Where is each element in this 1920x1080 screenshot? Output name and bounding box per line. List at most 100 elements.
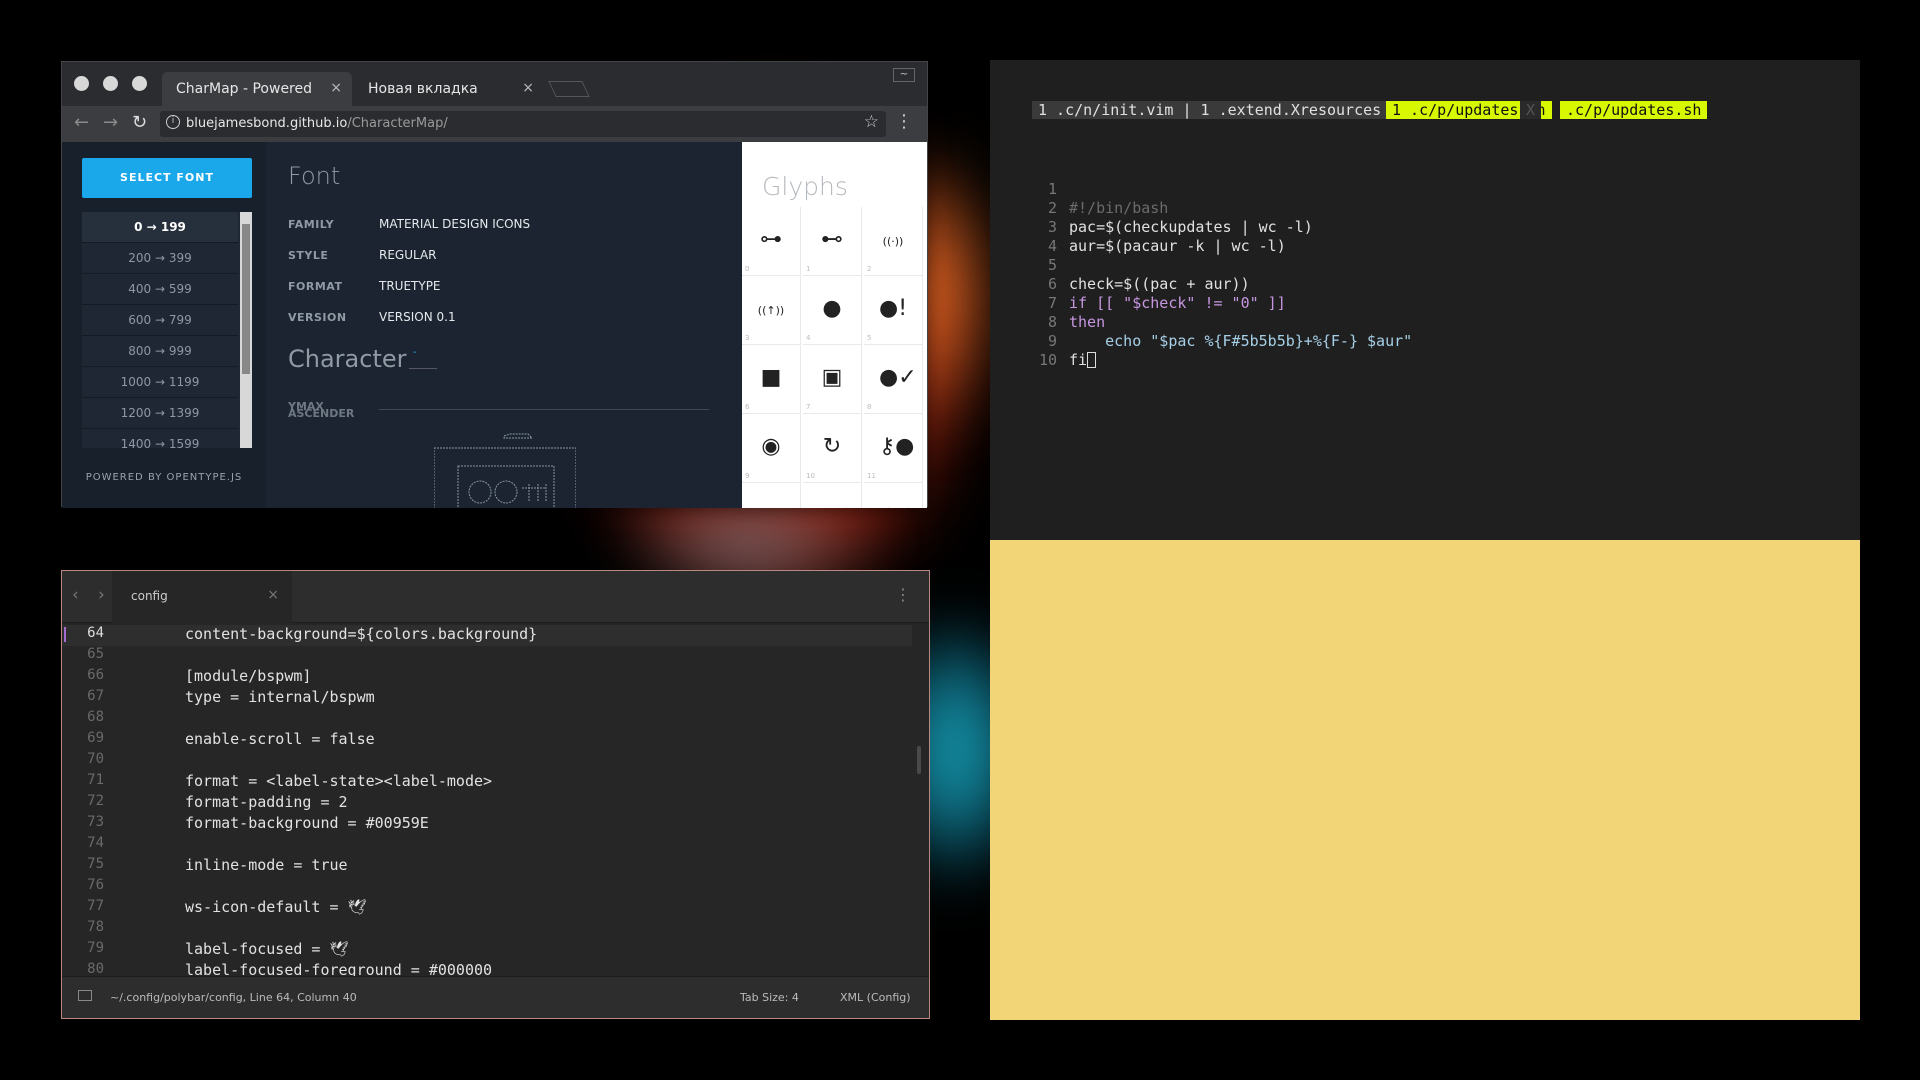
vim-line: 1 bbox=[1032, 180, 1069, 199]
vim-line-number: 3 bbox=[1047, 218, 1057, 236]
address-bar[interactable]: i bluejamesbond.github.io/CharacterMap/ bbox=[160, 111, 886, 137]
line-number: 65 bbox=[87, 646, 104, 662]
minimize-icon[interactable]: ~ bbox=[893, 68, 915, 82]
vim-line-number: 8 bbox=[1047, 313, 1057, 331]
window-maximize-button[interactable] bbox=[132, 76, 147, 91]
glyph-cell[interactable]: ●✓ 8 bbox=[864, 345, 923, 414]
status-syntax[interactable]: XML (Config) bbox=[840, 991, 911, 1004]
access-point-network-icon: ⊷ bbox=[821, 227, 843, 252]
panel-toggle-icon[interactable] bbox=[78, 990, 92, 1001]
tab-forward-icon[interactable]: › bbox=[98, 585, 105, 605]
glyph-cell[interactable]: ⊷ 1 bbox=[803, 207, 862, 276]
glyph-cell[interactable]: ●● bbox=[864, 483, 923, 508]
code-text: format = <label-state><label-mode> bbox=[185, 772, 493, 790]
vim-code-text: then bbox=[1069, 313, 1106, 331]
vim-line-number: 2 bbox=[1047, 199, 1057, 217]
range-item[interactable]: 1000 → 1199 bbox=[82, 367, 238, 398]
vim-code-text: fi bbox=[1069, 351, 1088, 369]
browser-tab-charmap[interactable]: CharMap - Powered × bbox=[162, 72, 352, 106]
glyph-cell[interactable]: ⊶ 0 bbox=[742, 207, 801, 276]
vim-line: 2 #!/bin/bash bbox=[1032, 199, 1168, 218]
line-number: 69 bbox=[87, 730, 104, 746]
range-scrollbar[interactable] bbox=[240, 212, 252, 448]
range-item[interactable]: 1400 → 1599 bbox=[82, 429, 238, 448]
glyph-cell[interactable]: ((·)) 2 bbox=[864, 207, 923, 276]
code-text: label-focused = 🕊 bbox=[185, 940, 349, 958]
tab-back-icon[interactable]: ‹ bbox=[72, 585, 79, 605]
browser-tab-new[interactable]: Новая вкладка × bbox=[354, 72, 544, 106]
range-item[interactable]: 400 → 599 bbox=[82, 274, 238, 305]
glyph-index: 3 bbox=[745, 334, 750, 342]
tab-close-icon[interactable]: × bbox=[330, 80, 342, 96]
glyph-index: 0 bbox=[745, 265, 750, 273]
account-alert-icon: ●! bbox=[879, 296, 908, 321]
url-host: bluejamesbond.github.io bbox=[186, 116, 348, 131]
info-icon[interactable]: i bbox=[166, 115, 180, 129]
browser-menu-icon[interactable]: ⋮ bbox=[895, 111, 913, 132]
glyph-cell[interactable]: ◉ 9 bbox=[742, 414, 801, 483]
status-file-path: ~/.config/polybar/config, Line 64, Colum… bbox=[110, 991, 357, 1004]
window-close-button[interactable] bbox=[74, 76, 89, 91]
editor-window: ‹ › config × ⋮ 64 content-background=${co… bbox=[61, 570, 930, 1019]
code-text: format-padding = 2 bbox=[185, 793, 348, 811]
select-font-button[interactable]: SELECT FONT bbox=[82, 158, 252, 198]
account-multiple-icon: ●● bbox=[879, 503, 917, 508]
glyph-cell[interactable]: ⚷● 11 bbox=[864, 414, 923, 483]
editor-scrollbar[interactable] bbox=[917, 746, 921, 774]
vim-code-text: pac=$(checkupdates | wc -l) bbox=[1069, 218, 1313, 236]
vim-line-number: 6 bbox=[1047, 275, 1057, 293]
code-line: 65 bbox=[62, 646, 912, 667]
glyph-cell[interactable]: ■ 6 bbox=[742, 345, 801, 414]
glyph-cell[interactable]: ↻ 10 bbox=[803, 414, 862, 483]
line-number: 76 bbox=[87, 877, 104, 893]
vim-tab[interactable]: .c/p/updates.sh bbox=[1560, 101, 1708, 119]
code-line: 77 ws-icon-default = 🕊 bbox=[62, 898, 912, 919]
editor-code-area[interactable]: 64 content-background=${colors.background… bbox=[62, 623, 912, 978]
glyph-cell[interactable]: −● bbox=[803, 483, 862, 508]
range-item[interactable]: 0 → 199 bbox=[82, 212, 238, 243]
back-icon[interactable]: ← bbox=[74, 112, 89, 133]
vim-code-text: check=$((pac + aur)) bbox=[1069, 275, 1250, 293]
line-number: 73 bbox=[87, 814, 104, 830]
metric-ascender-label: ASCENDER bbox=[288, 407, 355, 420]
glyph-cell[interactable]: ●! 5 bbox=[864, 276, 923, 345]
editor-more-icon[interactable]: ⋮ bbox=[895, 585, 911, 604]
window-minimize-button[interactable] bbox=[103, 76, 118, 91]
character-heading: Character bbox=[288, 345, 407, 373]
character-underline bbox=[409, 368, 437, 369]
vim-tab[interactable]: 1 .c/n/init.vim | 1 .extend.Xresources bbox=[1032, 101, 1388, 119]
glyph-cell[interactable]: ● 4 bbox=[803, 276, 862, 345]
url-path: /CharacterMap/ bbox=[347, 116, 448, 131]
code-text: format-background = #00959E bbox=[185, 814, 429, 832]
code-line: 73 format-background = #00959E bbox=[62, 814, 912, 835]
line-number: 67 bbox=[87, 688, 104, 704]
reload-icon[interactable]: ↻ bbox=[132, 112, 147, 133]
glyph-cell[interactable]: ((↑)) 3 bbox=[742, 276, 801, 345]
vim-tab[interactable]: X bbox=[1520, 101, 1542, 119]
editor-tab-config[interactable]: config × bbox=[112, 571, 292, 623]
glyph-cell[interactable]: ▣ 7 bbox=[803, 345, 862, 414]
range-item[interactable]: 200 → 399 bbox=[82, 243, 238, 274]
forward-icon[interactable]: → bbox=[103, 112, 118, 133]
metric-line bbox=[379, 409, 709, 410]
range-scrollbar-thumb[interactable] bbox=[242, 224, 250, 374]
vim-line: 9 echo "$pac %{F#5b5b5b}+%{F-} $aur" bbox=[1032, 332, 1412, 351]
range-item[interactable]: 1200 → 1399 bbox=[82, 398, 238, 429]
range-item[interactable]: 600 → 799 bbox=[82, 305, 238, 336]
vim-code-text: aur=$(pacaur -k | wc -l) bbox=[1069, 237, 1286, 255]
line-number: 70 bbox=[87, 751, 104, 767]
terminal-window[interactable]: 1 .c/n/init.vim | 1 .extend.Xresources 1 … bbox=[990, 60, 1860, 540]
new-tab-button[interactable] bbox=[548, 81, 590, 97]
glyph-cell[interactable]: ■ bbox=[742, 483, 801, 508]
account-location-icon: ■ bbox=[757, 503, 785, 508]
vim-line-number: 9 bbox=[1047, 332, 1057, 350]
code-line: 67 type = internal/bspwm bbox=[62, 688, 912, 709]
bookmark-star-icon[interactable]: ☆ bbox=[864, 112, 879, 132]
tab-close-icon[interactable]: × bbox=[522, 80, 534, 96]
range-item[interactable]: 800 → 999 bbox=[82, 336, 238, 367]
glyph-index: 6 bbox=[745, 403, 750, 411]
status-tab-size[interactable]: Tab Size: 4 bbox=[740, 991, 799, 1004]
tab-close-icon[interactable]: × bbox=[267, 587, 279, 603]
vim-line-number: 7 bbox=[1047, 294, 1057, 312]
account-minus-icon: −● bbox=[818, 503, 856, 508]
